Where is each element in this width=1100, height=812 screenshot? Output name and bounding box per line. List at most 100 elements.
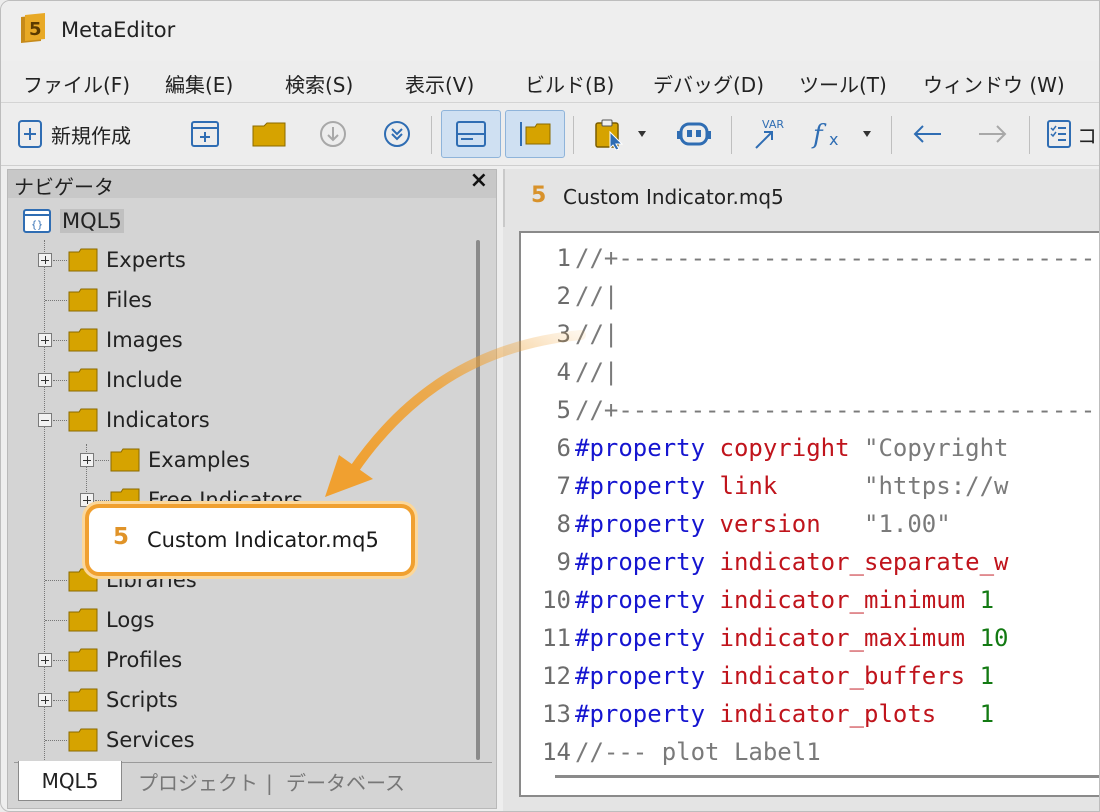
navigator-tree: {} MQL5 Experts Files Images Include Ind… — [12, 200, 464, 780]
expand-toggle[interactable] — [38, 653, 52, 667]
navigator-close-button[interactable]: × — [470, 168, 488, 193]
menu-view[interactable]: 表示(V) — [405, 69, 474, 98]
folder-icon — [68, 648, 98, 672]
tree-item-logs[interactable]: Logs — [68, 605, 154, 635]
tree-item-indicators[interactable]: Indicators — [68, 405, 210, 435]
code-line[interactable]: 5//+---------------------------------- — [521, 391, 1099, 429]
tree-item-experts[interactable]: Experts — [68, 245, 186, 275]
expand-toggle[interactable] — [38, 333, 52, 347]
line-number: 3 — [556, 320, 571, 348]
menu-file[interactable]: ファイル(F) — [23, 69, 130, 98]
folder-icon — [68, 408, 98, 432]
code-line[interactable]: 9 #property indicator_separate_w — [521, 543, 1009, 581]
code-property-name: indicator_plots — [705, 700, 937, 728]
code-line[interactable]: 11 #property indicator_maximum 10 — [521, 619, 1009, 657]
code-line[interactable]: 7 #property link "https://w — [521, 467, 1009, 505]
code-line[interactable]: 13 #property indicator_plots 1 — [521, 695, 994, 733]
app-title: MetaEditor — [61, 18, 176, 42]
line-number: 8 — [556, 510, 571, 538]
code-property-name: indicator_maximum — [705, 624, 966, 652]
code-line[interactable]: 4//| — [521, 353, 619, 391]
mql5-root-icon: {} — [23, 209, 51, 233]
tree-connector — [45, 620, 67, 621]
tree-item-services[interactable]: Services — [68, 725, 195, 755]
svg-text:x: x — [829, 130, 838, 149]
expand-toggle[interactable] — [38, 693, 52, 707]
navigator-toggle-button[interactable] — [505, 110, 565, 158]
tree-root-mql5[interactable]: {} MQL5 — [22, 206, 124, 236]
navigator-panel: ナビゲータ × {} MQL5 Experts Files Images Inc… — [7, 168, 497, 809]
checklist-button[interactable]: コ — [1045, 110, 1099, 158]
tree-item-scripts[interactable]: Scripts — [68, 685, 178, 715]
expand-toggle[interactable] — [38, 373, 52, 387]
code-line[interactable]: 1//+---------------------------------- — [521, 239, 1099, 277]
tree-item-include[interactable]: Include — [68, 365, 182, 395]
code-comment: //--- plot Label1 — [575, 738, 821, 766]
tree-connector — [45, 580, 67, 581]
folder-icon — [68, 328, 98, 352]
tree-connector — [53, 660, 67, 661]
tree-connector — [45, 300, 67, 301]
tab-project[interactable]: プロジェクト — [138, 767, 258, 796]
expand-toggle[interactable] — [80, 453, 94, 467]
code-number: 10 — [965, 624, 1009, 652]
menu-debug[interactable]: デバッグ(D) — [653, 69, 764, 98]
menu-build[interactable]: ビルド(B) — [525, 69, 614, 98]
open-folder-button[interactable] — [249, 110, 289, 158]
menu-window[interactable]: ウィンドウ (W) — [923, 69, 1065, 98]
toolbar: 新規作成 VAR f x コ — [1, 104, 1099, 166]
code-string: "1.00" — [820, 510, 951, 538]
tab-mql5[interactable]: MQL5 — [18, 761, 122, 801]
tab-database[interactable]: データベース — [286, 767, 405, 796]
code-comment: //| — [575, 282, 619, 310]
toolbox-toggle-button[interactable] — [441, 110, 501, 158]
dragged-file-callout[interactable]: 5 Custom Indicator.mq5 — [85, 504, 415, 576]
insert-variable-button[interactable]: VAR — [745, 110, 795, 158]
editor-tab-label: Custom Indicator.mq5 — [563, 185, 784, 209]
tree-item-label: Logs — [106, 608, 155, 632]
navigator-scrollbar[interactable] — [476, 240, 480, 760]
new-tab-icon — [191, 121, 219, 147]
forward-button[interactable] — [967, 110, 1017, 158]
new-file-button[interactable]: 新規作成 — [17, 110, 131, 158]
tree-item-examples[interactable]: Examples — [110, 445, 250, 475]
ai-assistant-button[interactable] — [669, 110, 719, 158]
robot-icon — [677, 122, 711, 146]
download-all-button[interactable] — [377, 110, 417, 158]
code-line[interactable]: 8 #property version "1.00" — [521, 505, 951, 543]
code-line[interactable]: 14//--- plot Label1 — [521, 733, 821, 771]
code-line[interactable]: 10 #property indicator_minimum 1 — [521, 581, 994, 619]
tab-separator: | — [266, 771, 273, 795]
code-number: 1 — [965, 586, 995, 614]
compile-dropdown-button[interactable] — [585, 110, 655, 158]
navigator-header: ナビゲータ × — [8, 168, 496, 199]
menu-search[interactable]: 検索(S) — [285, 69, 353, 98]
tree-connector — [53, 700, 67, 701]
editor-horizontal-scrollbar[interactable] — [555, 775, 1099, 778]
code-line[interactable]: 2//| — [521, 277, 619, 315]
insert-function-dropdown[interactable]: f x — [807, 110, 879, 158]
code-property-name: indicator_minimum — [705, 586, 966, 614]
tree-item-images[interactable]: Images — [68, 325, 183, 355]
code-editor[interactable]: 1//+---------------------------------- 2/… — [519, 231, 1099, 797]
code-property-name: version — [705, 510, 821, 538]
download-button[interactable] — [313, 110, 353, 158]
tree-item-files[interactable]: Files — [68, 285, 152, 315]
code-line[interactable]: 6 #property copyright "Copyright — [521, 429, 1009, 467]
expand-toggle[interactable] — [38, 253, 52, 267]
new-tab-button[interactable] — [185, 110, 225, 158]
line-number: 1 — [556, 244, 571, 272]
metaeditor-window: 5 MetaEditor ファイル(F) 編集(E) 検索(S) 表示(V) ビ… — [0, 0, 1100, 812]
tree-item-profiles[interactable]: Profiles — [68, 645, 182, 675]
line-number: 6 — [556, 434, 571, 462]
collapse-toggle[interactable] — [38, 413, 52, 427]
menu-tools[interactable]: ツール(T) — [799, 69, 887, 98]
menu-edit[interactable]: 編集(E) — [165, 69, 233, 98]
title-bar: 5 MetaEditor — [1, 1, 1099, 61]
back-button[interactable] — [903, 110, 953, 158]
checklist-label: コ — [1077, 123, 1097, 148]
code-line[interactable]: 3//| — [521, 315, 619, 353]
editor-document-tab[interactable]: 5 Custom Indicator.mq5 — [503, 169, 1099, 227]
arrow-right-disabled-icon — [979, 125, 1007, 143]
code-line[interactable]: 12 #property indicator_buffers 1 — [521, 657, 994, 695]
